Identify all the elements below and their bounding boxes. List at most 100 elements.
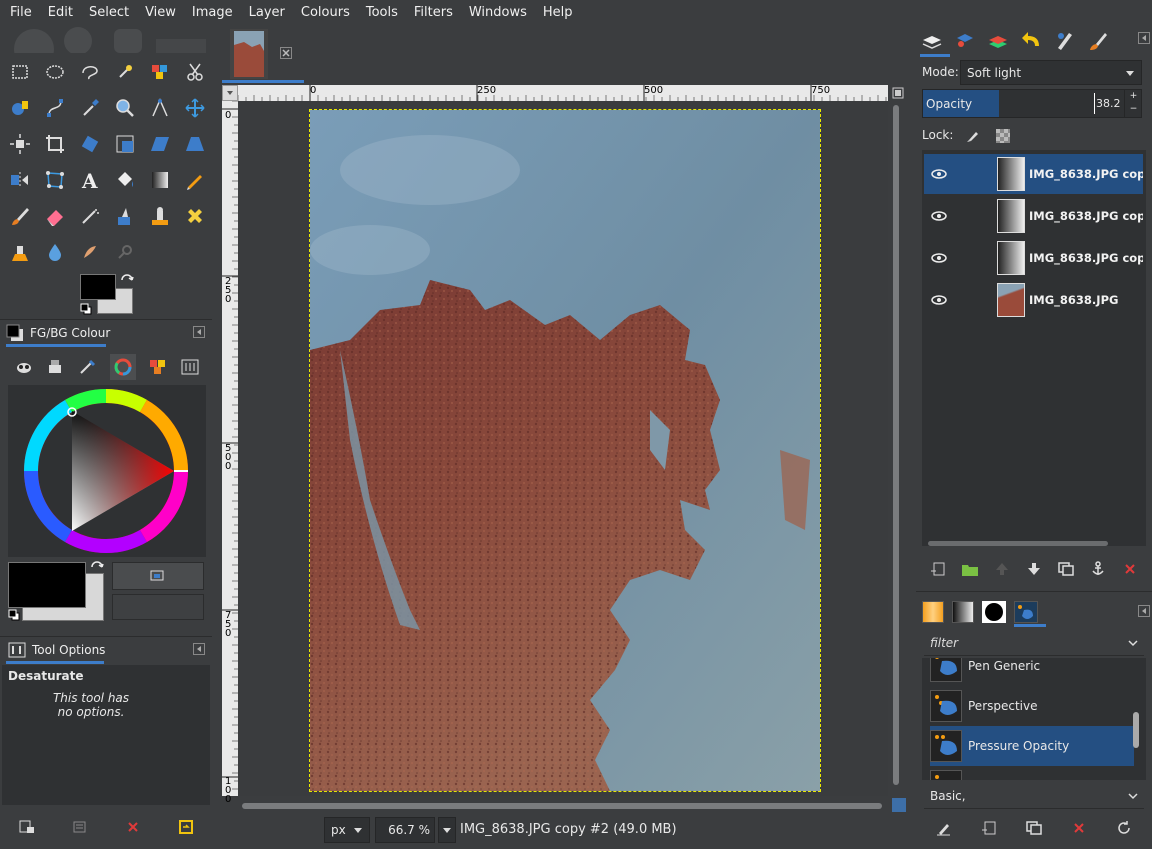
select-by-color-tool[interactable] [145, 57, 175, 87]
image-canvas[interactable] [309, 109, 821, 792]
picker-selector-icon[interactable] [78, 359, 96, 375]
ellipse-select-tool[interactable] [40, 57, 70, 87]
foreground-color-swatch[interactable] [80, 274, 116, 300]
preset-category-select[interactable]: Basic, [924, 783, 1144, 809]
brushes-tab-icon[interactable] [982, 601, 1006, 623]
cage-transform-tool[interactable] [40, 165, 70, 195]
flip-tool[interactable] [5, 165, 35, 195]
patterns-tab-icon[interactable] [922, 601, 944, 623]
preset-item[interactable]: Perspective [930, 686, 1134, 726]
menu-view[interactable]: View [137, 5, 184, 20]
delete-options-icon[interactable] [124, 819, 142, 835]
layer-name[interactable]: IMG_8638.JPG [1029, 293, 1143, 307]
ink-tool[interactable] [110, 201, 140, 231]
vertical-scroll-thumb[interactable] [893, 105, 899, 785]
crop-tool[interactable] [40, 129, 70, 159]
layer-row[interactable]: IMG_8638.JPG copy #1 [924, 196, 1143, 236]
zoom-to-fit-button[interactable] [889, 85, 907, 101]
gradient-tool[interactable] [145, 165, 175, 195]
free-select-tool[interactable] [75, 57, 105, 87]
edit-preset-icon[interactable] [935, 820, 953, 836]
fg-color-large-swatch[interactable] [8, 562, 86, 608]
measure-tool[interactable] [145, 93, 175, 123]
refresh-presets-icon[interactable] [1115, 820, 1133, 836]
airbrush-tool[interactable] [75, 201, 105, 231]
palette-selector-icon[interactable] [149, 359, 167, 375]
tool-presets-tab-icon[interactable] [1014, 601, 1038, 623]
menu-tools[interactable]: Tools [358, 5, 406, 20]
shear-tool[interactable] [145, 129, 175, 159]
scales-selector-icon[interactable] [181, 359, 199, 375]
rotate-tool[interactable] [75, 129, 105, 159]
save-options-icon[interactable] [18, 819, 36, 835]
layers-dock-menu-icon[interactable] [1138, 32, 1150, 44]
zoom-input[interactable]: 66.7 % [375, 817, 435, 843]
reset-colors-icon[interactable] [80, 303, 92, 315]
delete-layer-icon[interactable] [1121, 561, 1139, 577]
visibility-eye-icon[interactable] [929, 294, 949, 306]
layer-row[interactable]: IMG_8638.JPG copy #2 [924, 154, 1143, 194]
blur-tool[interactable] [40, 237, 70, 267]
image-tab-thumbnail[interactable] [230, 29, 268, 79]
horizontal-scroll-thumb[interactable] [242, 803, 882, 809]
zoom-tool[interactable] [110, 93, 140, 123]
swap-colors-icon[interactable] [120, 274, 134, 286]
printer-selector-icon[interactable] [46, 359, 64, 375]
preset-item-selected[interactable]: Pressure Opacity [930, 726, 1134, 766]
quick-mask-toggle[interactable] [222, 801, 238, 811]
wheel-selector-tab[interactable] [109, 354, 136, 380]
lock-pixels-icon[interactable] [966, 128, 980, 142]
color-picker-tool[interactable] [75, 93, 105, 123]
brush-tab-icon[interactable] [1086, 30, 1110, 52]
foreground-select-tool[interactable] [5, 93, 35, 123]
opacity-increase[interactable]: + [1125, 90, 1142, 103]
new-layer-group-icon[interactable] [929, 561, 947, 577]
perspective-tool[interactable] [180, 129, 210, 159]
rect-select-tool[interactable] [5, 57, 35, 87]
undo-history-tab-icon[interactable] [1020, 30, 1044, 52]
visibility-eye-icon[interactable] [929, 168, 949, 180]
layer-row[interactable]: IMG_8638.JPG copy [924, 238, 1143, 278]
vertical-scrollbar[interactable] [890, 101, 904, 796]
scale-tool[interactable] [110, 129, 140, 159]
menu-windows[interactable]: Windows [461, 5, 535, 20]
lower-layer-icon[interactable] [1025, 561, 1043, 577]
color-picker-button[interactable] [112, 562, 204, 590]
preset-list-scrollbar[interactable] [1133, 712, 1139, 748]
visibility-eye-icon[interactable] [929, 210, 949, 222]
clone-tool[interactable] [145, 201, 175, 231]
fuzzy-select-tool[interactable] [110, 57, 140, 87]
opacity-decrease[interactable]: − [1125, 103, 1142, 116]
layer-name[interactable]: IMG_8638.JPG copy #2 [1029, 167, 1143, 181]
eraser-tool[interactable] [40, 201, 70, 231]
layer-list-hscroll[interactable] [928, 541, 1108, 546]
preset-item[interactable]: Pen Generic [930, 658, 1134, 686]
wilber-selector-icon[interactable] [15, 359, 33, 375]
menu-file[interactable]: File [2, 5, 40, 20]
channels-tab-icon[interactable] [953, 30, 977, 52]
new-preset-icon[interactable] [980, 820, 998, 836]
pencil-tool[interactable] [180, 165, 210, 195]
menu-edit[interactable]: Edit [40, 5, 81, 20]
smudge-tool[interactable] [75, 237, 105, 267]
preset-item[interactable] [930, 766, 1134, 780]
raise-layer-icon[interactable] [993, 561, 1011, 577]
layer-mode-select[interactable]: Soft light [960, 60, 1142, 85]
heal-tool[interactable] [180, 201, 210, 231]
delete-preset-icon[interactable] [1070, 820, 1088, 836]
menu-layer[interactable]: Layer [241, 5, 293, 20]
canvas[interactable] [238, 101, 888, 796]
layer-row[interactable]: IMG_8638.JPG [924, 280, 1143, 320]
scissors-select-tool[interactable] [180, 57, 210, 87]
menu-select[interactable]: Select [81, 5, 137, 20]
paths-tool[interactable] [40, 93, 70, 123]
tool-options-menu-icon[interactable] [193, 643, 205, 655]
duplicate-layer-icon[interactable] [1057, 561, 1075, 577]
lock-alpha-icon[interactable] [995, 128, 1011, 144]
swap-colors-small-icon[interactable] [90, 561, 104, 573]
panel-menu-icon[interactable] [193, 326, 205, 338]
reset-options-icon[interactable] [177, 819, 195, 835]
preset-filter[interactable]: filter [924, 630, 1144, 656]
navigate-button[interactable] [892, 798, 906, 812]
menu-help[interactable]: Help [535, 5, 581, 20]
